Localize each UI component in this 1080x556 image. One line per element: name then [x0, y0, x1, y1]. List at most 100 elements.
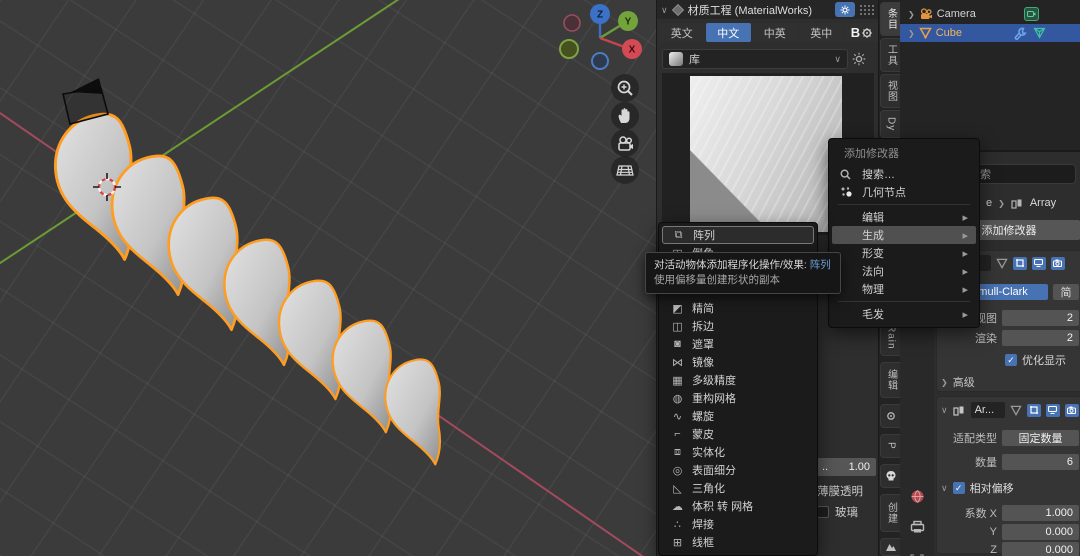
- menu-item-geometry-nodes[interactable]: 几何节点: [832, 183, 976, 201]
- submenu-item-subdivision-surface[interactable]: ◎表面细分: [662, 461, 814, 479]
- material-value-field[interactable]: .. 1.00: [816, 458, 876, 476]
- perspective-toggle-button[interactable]: [611, 156, 639, 184]
- viewport-value-field[interactable]: 2: [1002, 310, 1079, 326]
- relative-offset-row[interactable]: 相对偏移: [941, 479, 1079, 497]
- menu-category-generate[interactable]: 生成: [832, 226, 976, 244]
- menu-category-physics[interactable]: 物理: [832, 280, 976, 298]
- submenu-item-triangulate[interactable]: ◺三角化: [662, 479, 814, 497]
- camera-view-button[interactable]: [611, 129, 639, 157]
- tab-world-properties[interactable]: [900, 484, 934, 508]
- pan-button[interactable]: [611, 102, 639, 130]
- submenu-item-edge-split[interactable]: ◫拆边: [662, 317, 814, 335]
- count-field[interactable]: 6: [1002, 454, 1079, 470]
- material-panel-header[interactable]: 材质工程 (MaterialWorks): [657, 0, 879, 19]
- optimal-display-label: 优化显示: [1022, 352, 1066, 368]
- tab-create[interactable]: 创建: [880, 494, 901, 532]
- factor-x-label: 系数 X: [941, 505, 997, 521]
- menu-category-hair[interactable]: 毛发: [832, 305, 976, 323]
- tab-dy[interactable]: Dy: [880, 110, 901, 138]
- display-realtime-icon[interactable]: [1046, 404, 1060, 417]
- submenu-item-multiresolution[interactable]: ▦多级精度: [662, 371, 814, 389]
- submenu-item-decimate[interactable]: ◩精简: [662, 299, 814, 317]
- material-preview-image[interactable]: [690, 76, 842, 232]
- tab-edit[interactable]: 编辑: [880, 362, 901, 398]
- submenu-item-wireframe[interactable]: ⊞线框: [662, 533, 814, 551]
- advanced-row[interactable]: 高级: [941, 373, 1079, 391]
- outliner-row-cube[interactable]: Cube: [900, 24, 1080, 42]
- camera-object-icon: [919, 8, 933, 20]
- fit-type-dropdown[interactable]: 固定数量: [1002, 430, 1079, 446]
- search-label: 搜索…: [862, 166, 895, 182]
- menu-item-search[interactable]: 搜索…: [832, 165, 976, 183]
- array-object[interactable]: [30, 95, 520, 495]
- tab-item[interactable]: 条目: [880, 2, 901, 36]
- tab-p[interactable]: P: [880, 434, 901, 458]
- tab-english[interactable]: 英文: [659, 23, 705, 42]
- outliner-row-camera[interactable]: Camera: [900, 5, 1080, 23]
- drag-handle-icon[interactable]: [859, 4, 875, 16]
- factor-z-field[interactable]: 0.000: [1002, 542, 1079, 556]
- menu-category-normals[interactable]: 法向: [832, 262, 976, 280]
- factor-y-field[interactable]: 0.000: [1002, 524, 1079, 540]
- sync-settings-button[interactable]: [835, 2, 855, 17]
- navigation-gizmo[interactable]: Z Y X: [552, 2, 652, 74]
- library-settings-gear-icon[interactable]: [852, 52, 866, 66]
- simple-button[interactable]: 简: [1053, 284, 1079, 300]
- chevron-down-icon: [834, 53, 841, 65]
- submenu-item-solidify[interactable]: ⧈实体化: [662, 443, 814, 461]
- display-render-icon[interactable]: [1065, 404, 1079, 417]
- tab-zh-en[interactable]: 中英: [752, 23, 798, 42]
- brand-logo-button[interactable]: B: [845, 23, 879, 42]
- submenu-item-volume-to-mesh[interactable]: ☁体积 转 网格: [662, 497, 814, 515]
- editmode-toggle-icon[interactable]: [1010, 405, 1022, 416]
- submenu-item-weld[interactable]: ∴焊接: [662, 515, 814, 533]
- display-render-icon[interactable]: [1051, 257, 1065, 270]
- advanced-label: 高级: [953, 374, 975, 390]
- display-editmode-icon[interactable]: [1027, 404, 1041, 417]
- submenu-item-mirror[interactable]: ⋈镜像: [662, 353, 814, 371]
- tab-en-zh[interactable]: 英中: [799, 23, 845, 42]
- glass-row[interactable]: 玻璃: [817, 504, 858, 520]
- submenu-item-remesh[interactable]: ◍重构网格: [662, 389, 814, 407]
- optimal-display-checkbox[interactable]: [1005, 354, 1017, 366]
- tab-output-properties[interactable]: [900, 515, 934, 539]
- library-dropdown[interactable]: 库: [662, 49, 848, 69]
- breadcrumb-item[interactable]: Array: [1030, 197, 1056, 209]
- tab-chinese[interactable]: 中文: [706, 23, 752, 42]
- display-realtime-icon[interactable]: [1032, 257, 1046, 270]
- tab-terrain[interactable]: [880, 538, 901, 556]
- mesh-data-icon[interactable]: [1033, 27, 1046, 39]
- menu-category-deform[interactable]: 形变: [832, 244, 976, 262]
- submenu-item-mask[interactable]: ◙遮罩: [662, 335, 814, 353]
- tab-skull[interactable]: [880, 464, 901, 488]
- factor-x-field[interactable]: 1.000: [1002, 505, 1079, 521]
- item-label: 三角化: [692, 480, 725, 496]
- array-header[interactable]: Ar...: [941, 401, 1079, 419]
- tab-gear[interactable]: [880, 404, 901, 428]
- expand-icon[interactable]: [908, 8, 915, 20]
- breadcrumb-object[interactable]: e: [986, 197, 992, 209]
- camera-data-badge[interactable]: [1024, 7, 1039, 21]
- glass-checkbox[interactable]: [817, 506, 829, 518]
- relative-offset-checkbox[interactable]: [953, 482, 965, 494]
- collapse-chevron-icon[interactable]: [941, 404, 948, 416]
- tab-view[interactable]: 视图: [880, 74, 901, 108]
- render-value-field[interactable]: 2: [1002, 330, 1079, 346]
- tab-tool[interactable]: 工具: [880, 38, 901, 72]
- modifier-wrench-icon[interactable]: [1014, 27, 1027, 40]
- 3d-viewport[interactable]: Z Y X: [0, 0, 656, 556]
- collapse-chevron-icon[interactable]: [661, 4, 668, 16]
- submenu-item-array[interactable]: ⧉阵列: [662, 226, 814, 244]
- submenu-item-skin[interactable]: ⌐蒙皮: [662, 425, 814, 443]
- expand-icon[interactable]: [908, 27, 915, 39]
- zoom-button[interactable]: [611, 74, 639, 102]
- category-label: 物理: [862, 281, 884, 297]
- camera-object[interactable]: [45, 72, 117, 134]
- editmode-toggle-icon[interactable]: [996, 258, 1008, 269]
- tab-object-properties[interactable]: [900, 549, 934, 556]
- menu-category-edit[interactable]: 编辑: [832, 208, 976, 226]
- modifier-name-field[interactable]: Ar...: [971, 402, 1005, 418]
- submenu-item-screw[interactable]: ∿螺旋: [662, 407, 814, 425]
- camera-icon: [615, 133, 635, 153]
- display-editmode-icon[interactable]: [1013, 257, 1027, 270]
